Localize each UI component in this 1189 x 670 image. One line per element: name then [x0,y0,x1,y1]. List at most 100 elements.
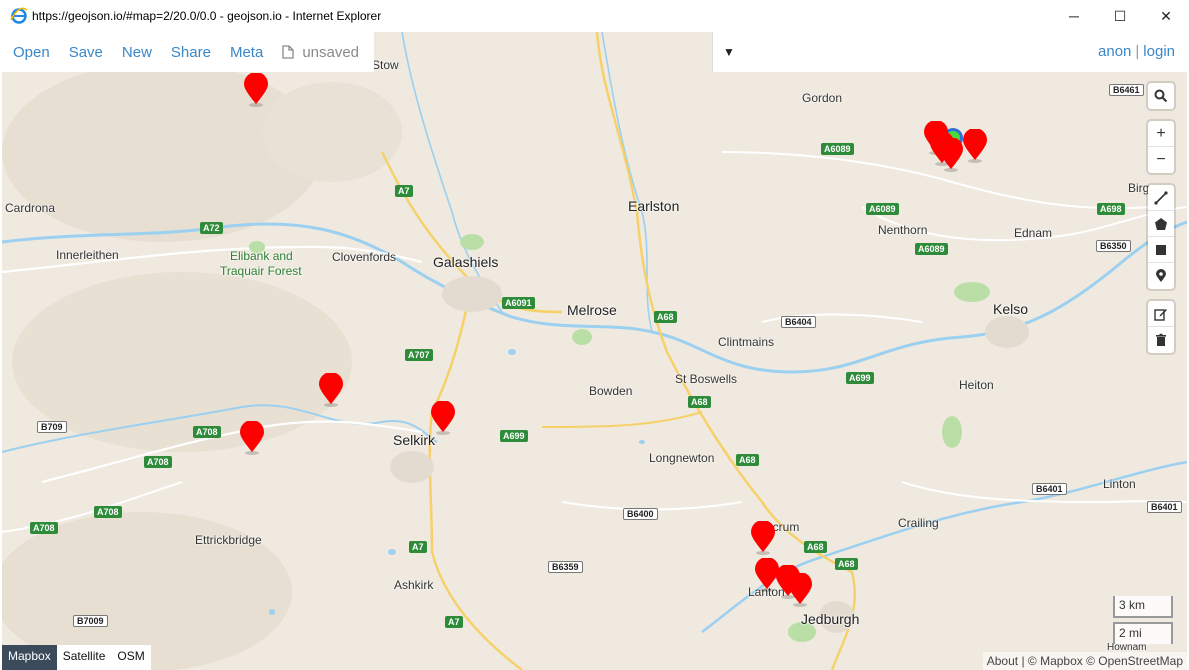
delete-layers-button[interactable] [1148,327,1174,353]
collapse-panel-button[interactable]: ▼ [723,45,735,59]
road-shield: A68 [804,541,827,553]
map-marker-icon[interactable] [239,421,265,455]
road-shield: A6089 [915,243,948,255]
scale-mi: 2 mi [1113,622,1173,644]
window-titlebar: https://geojson.io/#map=2/20.0/0.0 - geo… [0,0,1189,32]
layer-osm[interactable]: OSM [111,645,150,670]
zoom-in-button[interactable]: + [1148,121,1174,147]
close-button[interactable]: ✕ [1143,0,1189,32]
layer-mapbox[interactable]: Mapbox [2,645,57,670]
place-label: Melrose [567,302,617,318]
road-shield: A708 [94,506,122,518]
meta-menu[interactable]: Meta [230,44,263,61]
share-menu[interactable]: Share [171,44,211,61]
map-marker-icon[interactable] [938,138,964,172]
edit-icon [1154,308,1167,321]
road-shield: B6359 [548,561,583,573]
map-marker-icon[interactable] [243,73,269,107]
edit-control [1148,301,1174,353]
map-marker-icon[interactable] [750,521,776,555]
road-shield: A708 [30,522,58,534]
anon-link[interactable]: anon [1098,43,1131,60]
draw-line-button[interactable] [1148,185,1174,211]
place-label: Traquair Forest [220,264,302,278]
window-title: https://geojson.io/#map=2/20.0/0.0 - geo… [32,9,382,23]
new-menu[interactable]: New [122,44,152,61]
place-label: Longnewton [649,451,715,465]
road-shield: A72 [200,222,223,234]
road-shield: A68 [835,558,858,570]
map-marker-icon[interactable] [318,373,344,407]
place-label: Stow [372,58,399,72]
road-shield: B6400 [623,508,658,520]
scale-km: 3 km [1113,596,1173,618]
file-status-label: unsaved [302,43,360,61]
layer-satellite[interactable]: Satellite [57,645,112,670]
file-icon [282,45,294,59]
road-shield: B709 [37,421,67,433]
place-label: Nenthorn [878,223,928,237]
road-shield: B6404 [781,316,816,328]
draw-marker-button[interactable] [1148,263,1174,289]
road-shield: A707 [405,349,433,361]
road-shield: A699 [846,372,874,384]
rectangle-icon [1156,244,1166,255]
place-label: Innerleithen [56,248,119,262]
polygon-icon [1155,217,1167,230]
map-attribution[interactable]: About | © Mapbox © OpenStreetMap [982,652,1187,670]
place-label: Bowden [589,384,633,398]
map-marker-icon[interactable] [430,401,456,435]
place-label: Clovenfords [332,250,397,264]
zoom-control: + − [1148,121,1174,173]
map-marker-icon[interactable] [962,129,988,163]
login-link[interactable]: login [1143,43,1175,60]
road-shield: A7 [445,616,463,628]
maximize-button[interactable]: ☐ [1097,0,1143,32]
zoom-out-button[interactable]: − [1148,147,1174,173]
line-icon [1154,190,1168,205]
search-icon [1154,89,1168,103]
road-shield: A6089 [866,203,899,215]
road-shield: A6091 [502,297,535,309]
draw-control [1148,185,1174,289]
road-shield: B6401 [1032,483,1067,495]
place-label: Ettrickbridge [195,533,262,547]
place-label: St Boswells [675,372,738,386]
road-shield: A68 [736,454,759,466]
minimize-button[interactable]: ─ [1051,0,1097,32]
road-shield: B6350 [1096,240,1131,252]
search-button[interactable] [1148,83,1174,109]
geojson-toolbar: Open Save New Share Meta unsaved [2,32,374,72]
map-marker-icon[interactable] [787,573,813,607]
road-shield: B6401 [1147,501,1182,513]
internet-explorer-icon [10,7,28,24]
place-label: Gordon [802,91,843,105]
open-menu[interactable]: Open [13,44,50,61]
draw-rectangle-button[interactable] [1148,237,1174,263]
place-label: Birg [1128,181,1150,195]
draw-polygon-button[interactable] [1148,211,1174,237]
road-shield: B7009 [73,615,108,627]
place-label: Elibank and [230,249,293,263]
window-controls: ─ ☐ ✕ [1051,0,1189,32]
right-toolbar: ▼ anon | login [712,32,1187,72]
save-menu[interactable]: Save [69,44,103,61]
map-canvas[interactable]: Stow Gordon Cardrona Earlston Innerleith… [2,32,1187,670]
place-label: Crailing [898,516,939,530]
place-label: Galashiels [433,254,499,270]
road-shield: A68 [654,311,677,323]
road-shield: A708 [144,456,172,468]
layer-switcher: Mapbox Satellite OSM [2,645,151,670]
road-shield: A6089 [821,143,854,155]
place-label: Cardrona [5,201,56,215]
user-separator: | [1135,43,1140,60]
place-label: Earlston [628,198,680,214]
road-shield: A68 [688,396,711,408]
place-label: Ednam [1014,226,1053,240]
place-label: Selkirk [393,432,436,448]
place-label: Ashkirk [394,578,434,592]
map-terrain [2,32,1187,670]
place-label: Linton [1103,477,1136,491]
edit-layers-button[interactable] [1148,301,1174,327]
place-label: Clintmains [718,335,775,349]
